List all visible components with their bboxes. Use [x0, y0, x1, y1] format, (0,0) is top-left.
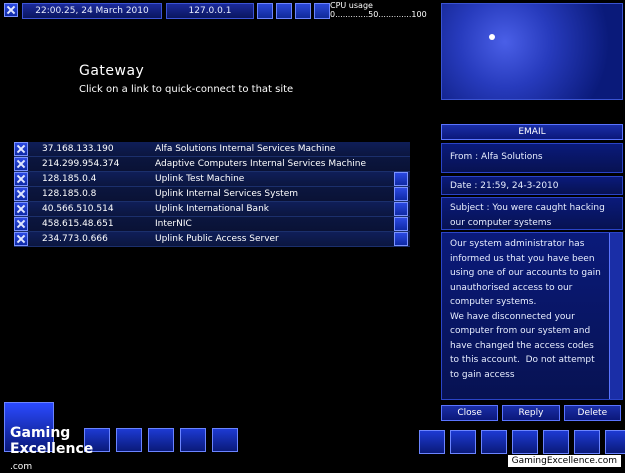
brand-line-2: Excellence	[10, 441, 94, 457]
link-row-1[interactable]: 214.299.954.374 Adaptive Computers Inter…	[14, 157, 410, 172]
link-row-2[interactable]: 128.185.0.4 Uplink Test Machine	[14, 172, 410, 187]
remove-link-icon[interactable]	[14, 232, 28, 246]
close-email-button[interactable]: Close	[441, 405, 499, 421]
hardware-icon[interactable]	[116, 428, 142, 452]
email-actions: Close Reply Delete	[441, 405, 621, 421]
mail-icon[interactable]	[212, 428, 238, 452]
link-ip: 128.185.0.4	[42, 174, 97, 184]
email-body-panel: Our system administrator has informed us…	[441, 232, 623, 400]
link-name: Uplink Test Machine	[155, 174, 245, 184]
link-row-3[interactable]: 128.185.0.8 Uplink Internal Services Sys…	[14, 187, 410, 202]
link-row-5[interactable]: 458.615.48.651 InterNIC	[14, 217, 410, 232]
remove-link-icon[interactable]	[14, 157, 28, 171]
remove-link-icon[interactable]	[14, 202, 28, 216]
link-info-icon[interactable]	[394, 187, 408, 201]
close-icon[interactable]	[4, 3, 18, 17]
link-row-6[interactable]: 234.773.0.666 Uplink Public Access Serve…	[14, 232, 410, 247]
remove-link-icon[interactable]	[14, 172, 28, 186]
pause-button[interactable]	[257, 3, 273, 19]
datetime-display: 22:00.25, 24 March 2010	[22, 3, 162, 19]
bottom-right-toolbar	[419, 430, 625, 454]
email-scrollbar[interactable]	[609, 233, 622, 399]
link-ip: 40.566.510.514	[42, 204, 114, 214]
mail-icon-4[interactable]	[512, 430, 538, 454]
link-ip: 214.299.954.374	[42, 159, 120, 169]
mail-icon-7[interactable]	[605, 430, 625, 454]
ultra-fast-button[interactable]	[314, 3, 330, 19]
link-name: Adaptive Computers Internal Services Mac…	[155, 159, 367, 169]
cpu-usage-label: CPU usage	[330, 1, 373, 10]
link-name: Uplink Internal Services System	[155, 189, 298, 199]
local-ip-display: 127.0.0.1	[166, 3, 254, 19]
email-header: EMAIL	[441, 124, 623, 140]
link-name: InterNIC	[155, 219, 192, 229]
email-date-panel: Date : 21:59, 24-3-2010	[441, 176, 623, 195]
world-map[interactable]	[441, 3, 623, 100]
gateway-links: 37.168.133.190 Alfa Solutions Internal S…	[14, 142, 410, 247]
link-ip: 37.168.133.190	[42, 144, 114, 154]
link-ip: 458.615.48.651	[42, 219, 114, 229]
brand-line-3: .com	[10, 462, 33, 472]
link-info-icon[interactable]	[394, 202, 408, 216]
map-marker-icon	[489, 34, 495, 40]
email-body: Our system administrator has informed us…	[450, 239, 601, 380]
fast-forward-button[interactable]	[295, 3, 311, 19]
brand-logo: Gaming Excellence .com	[10, 425, 93, 473]
remove-link-icon[interactable]	[14, 217, 28, 231]
brand-line-1: Gaming	[10, 425, 71, 441]
mail-icon-2[interactable]	[450, 430, 476, 454]
link-name: Uplink International Bank	[155, 204, 269, 214]
map-svg	[489, 34, 495, 40]
mail-icon-5[interactable]	[543, 430, 569, 454]
gateway-title: Gateway	[79, 63, 145, 79]
speed-controls	[257, 3, 330, 19]
link-name: Uplink Public Access Server	[155, 234, 279, 244]
people-icon[interactable]	[148, 428, 174, 452]
watermark: GamingExcellence.com	[507, 455, 621, 467]
link-info-icon[interactable]	[394, 217, 408, 231]
play-button[interactable]	[276, 3, 292, 19]
mail-icon-6[interactable]	[574, 430, 600, 454]
link-info-icon[interactable]	[394, 172, 408, 186]
cpu-usage-scale: 0.............50.............100	[330, 10, 427, 19]
gateway-subtitle: Click on a link to quick-connect to that…	[79, 84, 294, 95]
remove-link-icon[interactable]	[14, 142, 28, 156]
remove-link-icon[interactable]	[14, 187, 28, 201]
link-ip: 234.773.0.666	[42, 234, 108, 244]
link-info-icon[interactable]	[394, 232, 408, 246]
link-row-0[interactable]: 37.168.133.190 Alfa Solutions Internal S…	[14, 142, 410, 157]
email-from: From : Alfa Solutions	[450, 152, 543, 162]
mail-icon-1[interactable]	[419, 430, 445, 454]
link-ip: 128.185.0.8	[42, 189, 97, 199]
bottom-left-toolbar	[84, 428, 238, 452]
mail-icon-3[interactable]	[481, 430, 507, 454]
email-from-panel: From : Alfa Solutions	[441, 143, 623, 173]
reply-email-button[interactable]: Reply	[502, 405, 560, 421]
finance-icon[interactable]	[180, 428, 206, 452]
email-subject-panel: Subject : You were caught hacking our co…	[441, 197, 623, 230]
link-name: Alfa Solutions Internal Services Machine	[155, 144, 336, 154]
top-left-icon[interactable]	[4, 3, 24, 17]
delete-email-button[interactable]: Delete	[563, 405, 621, 421]
link-row-4[interactable]: 40.566.510.514 Uplink International Bank	[14, 202, 410, 217]
cpu-usage: CPU usage 0.............50.............1…	[330, 1, 427, 19]
